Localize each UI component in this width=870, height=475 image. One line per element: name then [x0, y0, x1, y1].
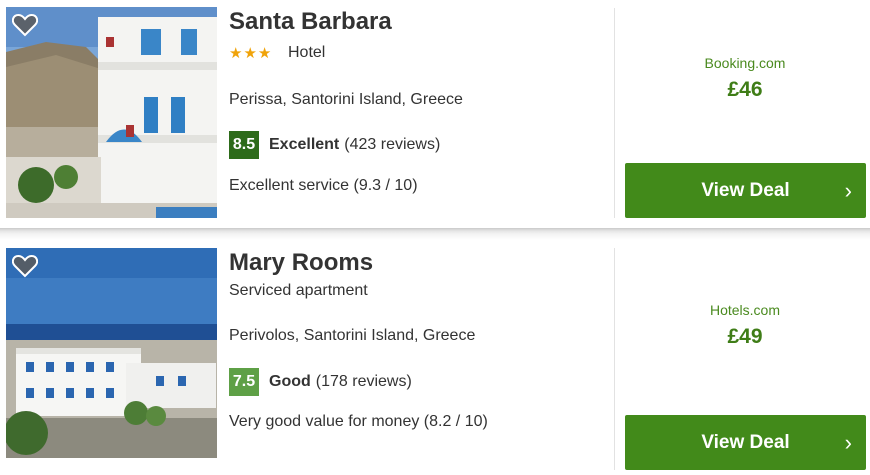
column-divider — [614, 248, 615, 470]
view-deal-label: View Deal — [701, 179, 790, 201]
hotel-photo[interactable] — [6, 248, 217, 458]
deal-price: £49 — [727, 325, 763, 348]
deal-provider: Booking.com — [704, 55, 786, 71]
review-count[interactable]: (423 reviews) — [344, 136, 440, 154]
hotel-photo[interactable] — [6, 7, 217, 218]
chevron-right-icon: › — [844, 177, 852, 203]
rating-word: Good — [269, 373, 311, 390]
hotel-location: Perivolos, Santorini Island, Greece — [229, 327, 476, 344]
view-deal-label: View Deal — [701, 431, 790, 453]
hotel-card: Mary Rooms Serviced apartment Perivolos,… — [0, 240, 870, 475]
deal-price: £46 — [727, 78, 763, 101]
card-separator — [0, 228, 870, 240]
score-badge: 7.5 — [229, 368, 259, 396]
property-type: Serviced apartment — [229, 282, 368, 299]
heart-icon[interactable] — [12, 13, 38, 37]
review-count[interactable]: (178 reviews) — [316, 373, 412, 391]
property-type: Hotel — [288, 44, 326, 61]
column-divider — [614, 8, 615, 218]
score-badge: 8.5 — [229, 131, 259, 159]
rating-row: 7.5 Good (178 reviews) — [229, 368, 412, 396]
rating-row: 8.5 Excellent (423 reviews) — [229, 131, 440, 159]
hotel-location: Perissa, Santorini Island, Greece — [229, 91, 463, 108]
rating-word: Excellent — [269, 136, 340, 153]
star-rating: ★★★ — [229, 45, 273, 62]
chevron-right-icon: › — [844, 429, 852, 455]
heart-icon[interactable] — [12, 254, 38, 278]
review-highlight: Very good value for money (8.2 / 10) — [229, 413, 488, 430]
view-deal-button[interactable]: View Deal › — [625, 163, 866, 218]
view-deal-button[interactable]: View Deal › — [625, 415, 866, 470]
deal-provider: Hotels.com — [709, 302, 781, 318]
hotel-name[interactable]: Mary Rooms — [229, 249, 373, 277]
review-highlight: Excellent service (9.3 / 10) — [229, 177, 418, 194]
hotel-info: Santa Barbara ★★★ Hotel Perissa, Santori… — [229, 0, 609, 228]
hotel-card: Santa Barbara ★★★ Hotel Perissa, Santori… — [0, 0, 870, 228]
hotel-info: Mary Rooms Serviced apartment Perivolos,… — [229, 240, 609, 475]
hotel-name[interactable]: Santa Barbara — [229, 8, 392, 36]
